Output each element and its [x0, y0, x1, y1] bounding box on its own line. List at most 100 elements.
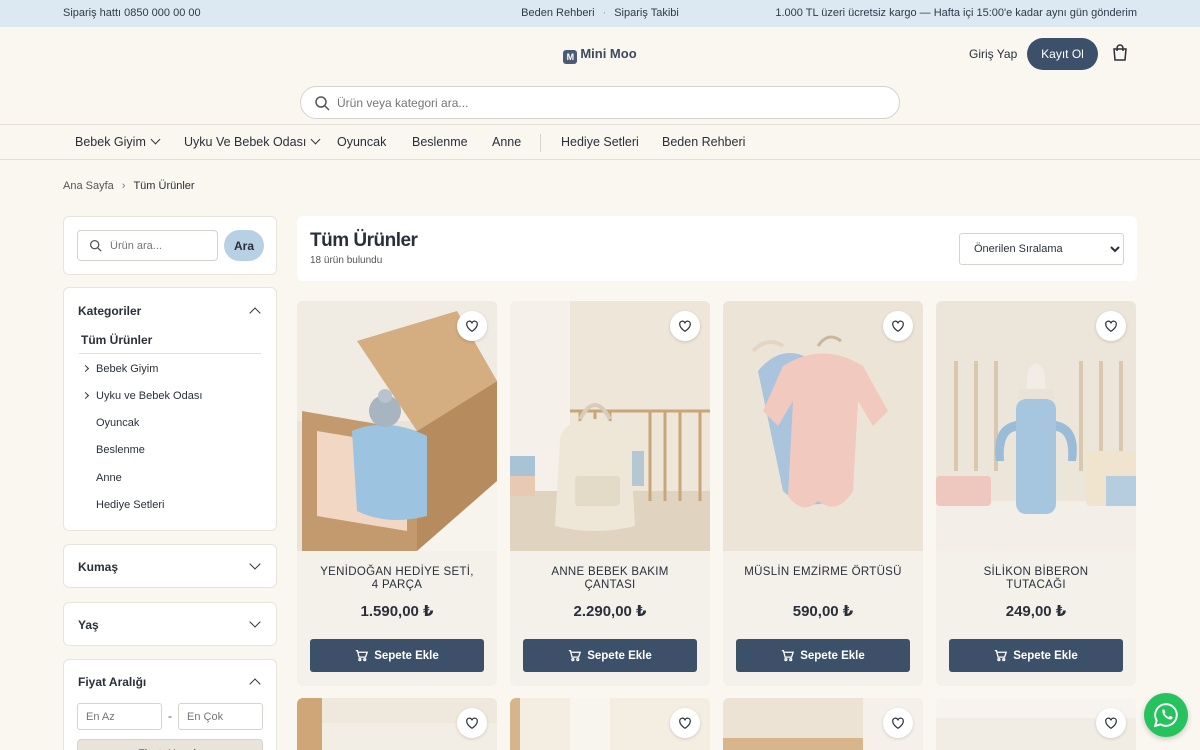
result-count: 18 ürün bulundu: [310, 255, 383, 266]
cart-icon: [569, 649, 582, 662]
nav-item-beden-rehberi[interactable]: Beden Rehberi: [662, 135, 745, 149]
categories-title[interactable]: Kategoriler: [78, 304, 141, 318]
category-oyuncak[interactable]: Oyuncak: [96, 417, 139, 429]
product-card[interactable]: YENİDOĞAN HEDİYE SETİ, 4 PARÇA 1.590,00 …: [297, 301, 497, 686]
product-card[interactable]: [510, 698, 710, 750]
category-beslenme[interactable]: Beslenme: [96, 444, 145, 456]
cart-icon[interactable]: [1110, 43, 1130, 63]
chevron-right-icon[interactable]: [81, 364, 90, 373]
product-price: 249,00 ₺: [1005, 603, 1067, 620]
chevron-right-icon[interactable]: [81, 391, 90, 400]
listing-header: Tüm Ürünler 18 ürün bulundu Önerilen Sır…: [297, 216, 1137, 281]
favorite-button[interactable]: [457, 708, 487, 738]
add-to-cart-button[interactable]: Sepete Ekle: [523, 639, 697, 672]
nav-item-hediye-setleri[interactable]: Hediye Setleri: [561, 135, 639, 149]
topbar-link-size-guide[interactable]: Beden Rehberi: [521, 7, 594, 19]
whatsapp-chat-button[interactable]: [1144, 693, 1188, 737]
price-filter-panel: Fiyat Aralığı - Fiyatı Uygula: [63, 659, 277, 750]
nav-item-beslenme[interactable]: Beslenme: [412, 135, 468, 149]
topbar-link-order-tracking[interactable]: Sipariş Takibi: [614, 7, 679, 19]
fabric-filter-panel[interactable]: Kumaş: [63, 544, 277, 588]
nav-item-anne[interactable]: Anne: [492, 135, 521, 149]
heart-icon: [466, 717, 478, 729]
chevron-down-icon[interactable]: [249, 558, 261, 570]
main-nav: Bebek Giyim Uyku Ve Bebek Odası Oyuncak …: [0, 124, 1200, 160]
login-link[interactable]: Giriş Yap: [969, 47, 1017, 61]
breadcrumb-home[interactable]: Ana Sayfa: [63, 180, 114, 192]
site-search-input[interactable]: [337, 93, 877, 113]
product-price: 590,00 ₺: [792, 603, 854, 620]
cart-icon: [782, 649, 795, 662]
nav-item-label: Bebek Giyim: [75, 135, 146, 149]
favorite-button[interactable]: [670, 311, 700, 341]
chevron-up-icon[interactable]: [249, 678, 261, 690]
product-card[interactable]: ANNE BEBEK BAKIM ÇANTASI 2.290,00 ₺ Sepe…: [510, 301, 710, 686]
nav-item-oyuncak[interactable]: Oyuncak: [337, 135, 386, 149]
product-name[interactable]: ANNE BEBEK BAKIM ÇANTASI: [530, 566, 690, 592]
cart-icon: [995, 649, 1008, 662]
add-to-cart-button[interactable]: Sepete Ekle: [736, 639, 910, 672]
add-to-cart-label: Sepete Ekle: [800, 650, 865, 662]
product-name[interactable]: MÜSLİN EMZİRME ÖRTÜSÜ: [743, 566, 903, 579]
age-filter-title: Yaş: [78, 618, 99, 632]
nav-item-uyku-ve-bebek-odasi[interactable]: Uyku Ve Bebek Odası: [184, 134, 321, 149]
announcement-bar: Sipariş hattı 0850 000 00 00 Beden Rehbe…: [0, 0, 1200, 27]
search-icon: [89, 239, 102, 252]
heart-icon: [892, 320, 904, 332]
nav-item-label: Uyku Ve Bebek Odası: [184, 135, 307, 149]
add-to-cart-button[interactable]: Sepete Ekle: [949, 639, 1123, 672]
product-card[interactable]: [723, 698, 923, 750]
price-filter-title[interactable]: Fiyat Aralığı: [78, 675, 146, 689]
nav-item-bebek-giyim[interactable]: Bebek Giyim: [75, 134, 161, 149]
price-max-input[interactable]: [178, 703, 263, 730]
product-card[interactable]: [297, 698, 497, 750]
whatsapp-icon: [1153, 703, 1178, 728]
product-card[interactable]: MÜSLİN EMZİRME ÖRTÜSÜ 590,00 ₺ Sepete Ek…: [723, 301, 923, 686]
favorite-button[interactable]: [1096, 311, 1126, 341]
divider: [79, 353, 261, 354]
sidebar-search-panel: Ara: [63, 216, 277, 275]
logo[interactable]: M Mini Moo: [0, 46, 1200, 64]
add-to-cart-button[interactable]: Sepete Ekle: [310, 639, 484, 672]
category-uyku-ve-bebek-odasi[interactable]: Uyku ve Bebek Odası: [81, 390, 202, 402]
cart-icon: [356, 649, 369, 662]
favorite-button[interactable]: [670, 708, 700, 738]
add-to-cart-label: Sepete Ekle: [1013, 650, 1078, 662]
category-all-products[interactable]: Tüm Ürünler: [81, 333, 152, 347]
category-anne[interactable]: Anne: [96, 472, 122, 484]
category-bebek-giyim[interactable]: Bebek Giyim: [81, 363, 158, 375]
search-icon: [315, 96, 330, 111]
shipping-notice: 1.000 TL üzeri ücretsiz kargo — Hafta iç…: [775, 7, 1137, 19]
sidebar-search-input[interactable]: [110, 237, 210, 255]
chevron-down-icon: [310, 134, 321, 145]
product-card[interactable]: [936, 698, 1136, 750]
favorite-button[interactable]: [457, 311, 487, 341]
topbar-separator: ·: [602, 7, 607, 19]
apply-price-button[interactable]: Fiyatı Uygula: [77, 739, 263, 750]
site-search: [300, 86, 900, 119]
product-name[interactable]: SİLİKON BİBERON TUTACAĞI: [956, 566, 1116, 592]
heart-icon: [1105, 717, 1117, 729]
product-card[interactable]: SİLİKON BİBERON TUTACAĞI 249,00 ₺ Sepete…: [936, 301, 1136, 686]
sidebar-search-button[interactable]: Ara: [224, 230, 264, 261]
chevron-right-icon: ›: [121, 180, 126, 192]
favorite-button[interactable]: [883, 708, 913, 738]
breadcrumb-current: Tüm Ürünler: [133, 180, 195, 192]
product-name[interactable]: YENİDOĞAN HEDİYE SETİ, 4 PARÇA: [317, 566, 477, 592]
chevron-down-icon: [150, 134, 161, 145]
price-min-input[interactable]: [77, 703, 162, 730]
category-hediye-setleri[interactable]: Hediye Setleri: [96, 499, 164, 511]
favorite-button[interactable]: [1096, 708, 1126, 738]
page-title: Tüm Ürünler: [310, 230, 418, 251]
sort-select[interactable]: Önerilen Sıralama: [959, 233, 1124, 265]
chevron-down-icon[interactable]: [249, 616, 261, 628]
breadcrumb: Ana Sayfa › Tüm Ürünler: [63, 180, 195, 192]
register-button[interactable]: Kayıt Ol: [1027, 38, 1098, 70]
site-header: M Mini Moo Giriş Yap Kayıt Ol: [0, 27, 1200, 124]
logo-mark: M: [563, 50, 578, 64]
age-filter-panel[interactable]: Yaş: [63, 602, 277, 646]
chevron-up-icon[interactable]: [249, 307, 261, 319]
categories-panel: Kategoriler Tüm Ürünler Bebek Giyim Uyku…: [63, 287, 277, 531]
favorite-button[interactable]: [883, 311, 913, 341]
heart-icon: [679, 320, 691, 332]
